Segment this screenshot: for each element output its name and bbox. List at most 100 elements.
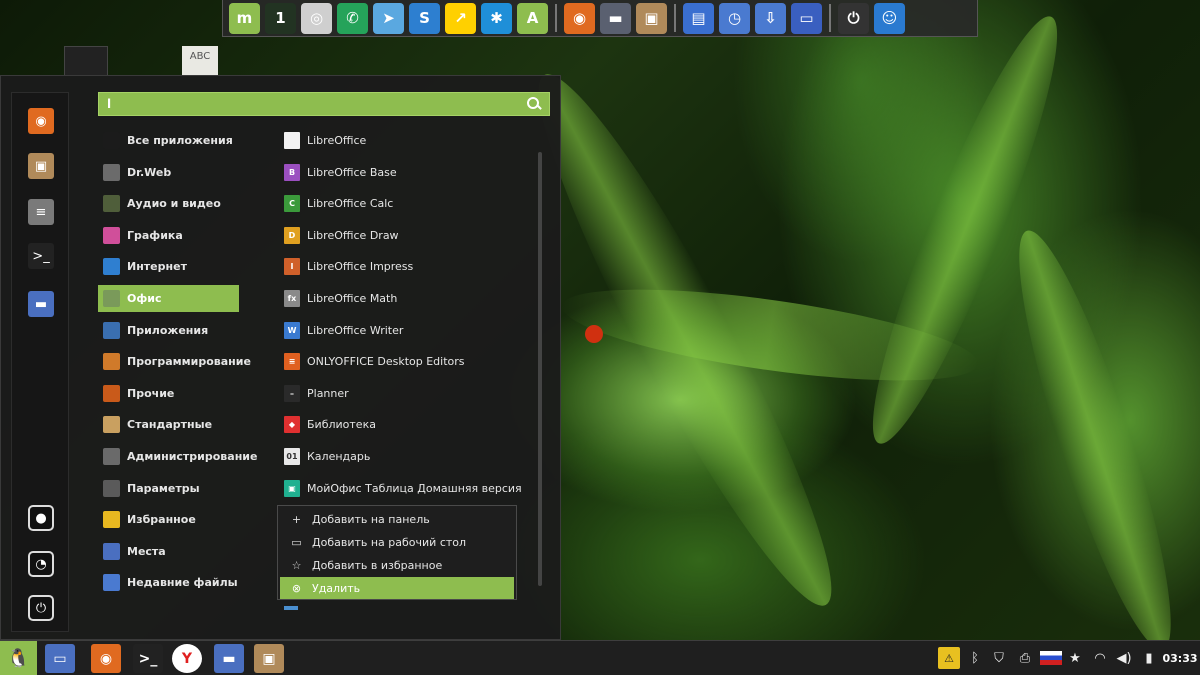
search-icon[interactable] [527, 97, 541, 111]
category-item[interactable]: Все приложения [98, 127, 239, 154]
update-warning-icon[interactable]: ⚠ [938, 647, 960, 669]
app-label: LibreOffice [307, 134, 367, 147]
category-item[interactable]: Места [98, 538, 239, 565]
category-item[interactable]: Администрирование [98, 443, 257, 470]
download-folder-icon[interactable]: ⇩ [755, 2, 786, 34]
context-menu-item[interactable]: ☆ Добавить в избранное [280, 554, 514, 576]
firefox-icon[interactable]: ◉ [91, 644, 121, 673]
category-item[interactable]: Графика [98, 222, 239, 249]
app-item[interactable]: fx LibreOffice Math [280, 285, 530, 312]
package-installer-icon[interactable]: ▣ [636, 2, 667, 34]
libreoffice-icon [284, 132, 300, 149]
category-item[interactable]: Недавние файлы [98, 569, 239, 596]
category-item[interactable]: Программирование [98, 348, 251, 375]
folder-icon[interactable]: ▬ [214, 644, 244, 673]
accessibility-icon[interactable]: ☺ [874, 2, 905, 34]
category-item[interactable]: Офис [98, 284, 239, 312]
lock-screen-icon[interactable]: ● [28, 505, 54, 531]
power-icon[interactable]: ⏻ [838, 2, 869, 34]
app-label: Planner [307, 386, 349, 400]
dock-separator [829, 4, 831, 32]
category-item[interactable]: Аудио и видео [98, 190, 239, 217]
whatsapp-icon[interactable]: ✆ [337, 2, 368, 34]
category-item[interactable]: Прочие [98, 380, 239, 407]
shield-icon[interactable]: ⛉ [988, 641, 1010, 675]
category-label: Прочие [127, 386, 175, 400]
app-item[interactable]: ≡ ONLYOFFICE Desktop Editors [280, 348, 530, 375]
folder-dark-icon[interactable]: ▬ [600, 2, 631, 34]
file-manager-icon[interactable]: ▤ [683, 2, 714, 34]
logout-icon[interactable]: ◔ [28, 551, 54, 577]
desktop-item-dark[interactable] [64, 46, 108, 76]
app-item[interactable]: C LibreOffice Calc [280, 190, 530, 217]
search-input[interactable] [107, 97, 527, 111]
terminal-icon[interactable]: >_ [28, 243, 54, 269]
app-item[interactable]: D LibreOffice Draw [280, 222, 530, 249]
desktop-icon: ▭ [291, 535, 302, 549]
context-menu: + Добавить на панель ▭ Добавить на рабочий … [277, 505, 517, 600]
context-menu-item[interactable]: + Добавить на панель [280, 508, 514, 530]
window-manager-icon[interactable]: ▭ [791, 2, 822, 34]
library-icon: ◆ [284, 416, 300, 434]
libreoffice-writer-icon: W [284, 321, 300, 339]
app-blue-icon[interactable]: S [409, 2, 440, 34]
snowflake-icon[interactable]: ✱ [481, 2, 512, 34]
app-item[interactable]: ◆ Библиотека [280, 411, 530, 438]
planner-icon: – [284, 384, 300, 402]
context-menu-item[interactable]: ▭ Добавить на рабочий стол [280, 531, 514, 553]
libreoffice-calc-icon: C [284, 195, 300, 213]
app-item[interactable]: ▣ МойОфис Таблица Домашняя версия [280, 475, 530, 502]
backup-icon[interactable]: ◷ [719, 2, 750, 34]
printer-icon[interactable]: ⎙ [1014, 641, 1036, 675]
desktop-show-icon[interactable]: ▭ [45, 644, 75, 673]
wifi-icon[interactable]: ◠ [1089, 641, 1111, 675]
package-installer-icon[interactable]: ▣ [28, 153, 54, 179]
app-item[interactable]: – Planner [280, 380, 530, 407]
category-item[interactable]: Параметры [98, 475, 239, 502]
context-menu-item[interactable]: ⊗ Удалить [280, 577, 514, 599]
terminal-icon[interactable]: >_ [133, 644, 163, 673]
shutdown-icon[interactable]: ⏻ [28, 595, 54, 621]
calendar-icon: 01 [284, 447, 300, 465]
app-item[interactable]: I LibreOffice Impress [280, 253, 530, 280]
menu-start-button[interactable]: 🐧 [0, 641, 37, 675]
bluetooth-icon[interactable]: ᛒ [964, 641, 986, 675]
category-item[interactable]: Dr.Web [98, 159, 239, 186]
app-item[interactable]: B LibreOffice Base [280, 159, 530, 186]
yandex-disk-icon[interactable]: ↗ [445, 2, 476, 34]
favorites-star-icon[interactable]: ★ [1064, 641, 1086, 675]
volume-icon[interactable]: ◀) [1113, 641, 1135, 675]
clock[interactable]: 03:33 [1162, 641, 1198, 675]
keyboard-layout-flag-icon[interactable] [1040, 651, 1062, 665]
battery-icon[interactable]: ▮ [1138, 641, 1160, 675]
telegram-icon[interactable]: ➤ [373, 2, 404, 34]
category-label: Приложения [127, 323, 209, 337]
yandex-browser-icon[interactable]: Y [172, 644, 202, 673]
favorites-sidebar: ◉ ▣ ≡ >_ ▬ ● ◔ ⏻ [11, 92, 69, 632]
category-item[interactable]: Интернет [98, 253, 239, 280]
app-list-scrollbar[interactable] [538, 152, 542, 586]
firefox-icon[interactable]: ◉ [564, 2, 595, 34]
app-item[interactable]: 01 Календарь [280, 443, 530, 470]
category-item[interactable]: Стандартные [98, 411, 239, 438]
system-monitor-icon[interactable]: 1 [265, 2, 296, 34]
category-label: Параметры [127, 481, 200, 495]
package-installer-icon[interactable]: ▣ [254, 644, 284, 673]
category-label: Dr.Web [127, 165, 172, 179]
app-item[interactable]: LibreOffice [280, 127, 530, 154]
category-label: Все приложения [127, 134, 233, 147]
firefox-icon[interactable]: ◉ [28, 108, 54, 134]
asian-app-icon[interactable]: A [517, 2, 548, 34]
linux-mint-icon[interactable]: m [229, 2, 260, 34]
folder-icon[interactable]: ▬ [28, 291, 54, 317]
application-menu: ◉ ▣ ≡ >_ ▬ ● ◔ ⏻ Все приложения Dr.Web Аудио и ви… [0, 75, 561, 640]
category-item[interactable]: Избранное [98, 506, 239, 533]
desktop-item-abc[interactable]: ABC [182, 46, 218, 76]
mixer-settings-icon[interactable]: ≡ [28, 199, 54, 225]
partially-hidden-app-icon [284, 606, 298, 610]
disc-burner-icon[interactable]: ◎ [301, 2, 332, 34]
app-item[interactable]: W LibreOffice Writer [280, 317, 530, 344]
category-item[interactable]: Приложения [98, 317, 239, 344]
search-bar[interactable] [98, 92, 550, 116]
app-label: LibreOffice Base [307, 165, 397, 179]
